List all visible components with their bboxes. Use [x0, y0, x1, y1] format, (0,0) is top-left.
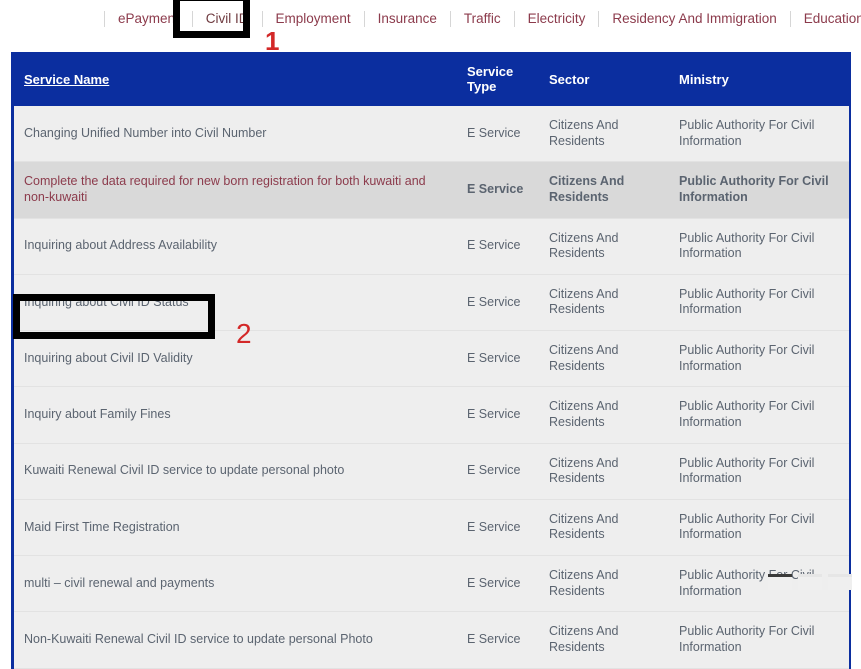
- service-name-link[interactable]: Maid First Time Registration: [14, 499, 457, 555]
- service-name-link[interactable]: multi – civil renewal and payments: [14, 556, 457, 612]
- table-row[interactable]: Inquiring about Address Availability E Se…: [14, 218, 849, 275]
- pagination-page-last[interactable]: [828, 574, 852, 590]
- services-table-container: Service Name Service Type Sector Ministr…: [11, 52, 851, 669]
- pagination-controls[interactable]: [768, 574, 852, 590]
- ministry-cell: Public Authority For Civil Information: [679, 455, 815, 486]
- sector-cell: Citizens And Residents: [549, 568, 619, 598]
- sector-cell: Citizens And Residents: [549, 118, 619, 148]
- sector-cell: Citizens And Residents: [549, 286, 619, 317]
- nav-item-civil-id[interactable]: Civil ID: [193, 12, 262, 26]
- sector-cell: Citizens And Residents: [549, 230, 619, 261]
- sector-cell: Citizens And Residents: [549, 511, 619, 542]
- sector-cell: Citizens And Residents: [549, 624, 619, 654]
- ministry-cell: Public Authority For Civil Information: [679, 343, 815, 373]
- table-row[interactable]: Non-Kuwaiti Renewal Civil ID service to …: [14, 611, 849, 668]
- nav-item-insurance[interactable]: Insurance: [365, 12, 450, 26]
- service-name-link[interactable]: Inquiry about Family Fines: [14, 387, 457, 443]
- pagination-page-next[interactable]: [798, 574, 822, 590]
- service-name-link[interactable]: Complete the data required for new born …: [14, 162, 457, 218]
- sector-cell: Citizens And Residents: [549, 343, 619, 373]
- ministry-cell: Public Authority For Civil Information: [679, 230, 815, 261]
- service-type-cell: E Service: [467, 294, 521, 309]
- nav-item-residency-and-immigration[interactable]: Residency And Immigration: [599, 12, 789, 26]
- service-type-cell: E Service: [467, 182, 524, 197]
- nav-item-traffic[interactable]: Traffic: [451, 12, 514, 26]
- service-type-cell: E Service: [467, 350, 521, 365]
- table-row[interactable]: Inquiry about Family Fines E Service Citiz…: [14, 386, 849, 443]
- ministry-cell: Public Authority For Civil Information: [679, 118, 815, 148]
- service-name-link[interactable]: Kuwaiti Renewal Civil ID service to upda…: [14, 443, 457, 499]
- table-row[interactable]: Maid First Time Registration E Service Cit…: [14, 499, 849, 556]
- services-table: Service Name Service Type Sector Ministr…: [14, 52, 849, 669]
- ministry-cell: Public Authority For Civil Information: [679, 511, 815, 542]
- table-row[interactable]: Changing Unified Number into Civil Numbe…: [14, 106, 849, 162]
- service-type-cell: E Service: [467, 407, 521, 422]
- service-name-link[interactable]: Non-Kuwaiti Renewal Civil ID service to …: [14, 612, 457, 668]
- ministry-cell: Public Authority For Civil Information: [679, 286, 815, 317]
- sector-cell: Citizens And Residents: [549, 174, 625, 204]
- table-row[interactable]: Kuwaiti Renewal Civil ID service to upda…: [14, 443, 849, 500]
- nav-item-employment[interactable]: Employment: [263, 12, 364, 26]
- service-name-link[interactable]: Inquiring about Civil ID Validity: [14, 331, 457, 387]
- column-header-service-type: Service Type: [457, 52, 539, 106]
- service-type-cell: E Service: [467, 575, 521, 590]
- service-type-cell: E Service: [467, 519, 521, 534]
- services-table-head: Service Name Service Type Sector Ministr…: [14, 52, 849, 106]
- service-name-link[interactable]: Inquiring about Address Availability: [14, 218, 457, 274]
- services-table-body: Changing Unified Number into Civil Numbe…: [14, 106, 849, 668]
- sector-cell: Citizens And Residents: [549, 455, 619, 486]
- table-header-row: Service Name Service Type Sector Ministr…: [14, 52, 849, 106]
- column-header-sector: Sector: [539, 52, 669, 106]
- nav-item-education[interactable]: Education: [791, 12, 861, 26]
- nav-item-electricity[interactable]: Electricity: [515, 12, 599, 26]
- table-row[interactable]: multi – civil renewal and payments E Serv…: [14, 555, 849, 612]
- service-type-cell: E Service: [467, 238, 521, 253]
- pagination-page-current[interactable]: [768, 574, 792, 590]
- service-name-link[interactable]: Changing Unified Number into Civil Numbe…: [14, 106, 457, 162]
- table-row[interactable]: Inquiring about Civil ID Validity E Servi…: [14, 330, 849, 387]
- sector-cell: Citizens And Residents: [549, 399, 619, 429]
- service-name-link[interactable]: Inquiring about Civil ID Status: [14, 274, 457, 330]
- service-name-sort-link[interactable]: Service Name: [24, 72, 109, 87]
- ministry-cell: Public Authority For Civil Information: [679, 624, 815, 654]
- table-row[interactable]: Inquiring about Civil ID Status E Service…: [14, 274, 849, 331]
- table-row[interactable]: Complete the data required for new born …: [14, 161, 849, 218]
- column-header-ministry: Ministry: [669, 52, 849, 106]
- nav-item-epayment[interactable]: ePayment: [105, 12, 192, 26]
- category-navbar: ePayment Civil ID Employment Insurance T…: [0, 0, 861, 38]
- service-type-cell: E Service: [467, 463, 521, 478]
- service-type-cell: E Service: [467, 125, 521, 140]
- ministry-cell: Public Authority For Civil Information: [679, 399, 815, 429]
- service-type-cell: E Service: [467, 632, 521, 647]
- column-header-service-name[interactable]: Service Name: [14, 52, 457, 106]
- ministry-cell: Public Authority For Civil Information: [679, 174, 829, 204]
